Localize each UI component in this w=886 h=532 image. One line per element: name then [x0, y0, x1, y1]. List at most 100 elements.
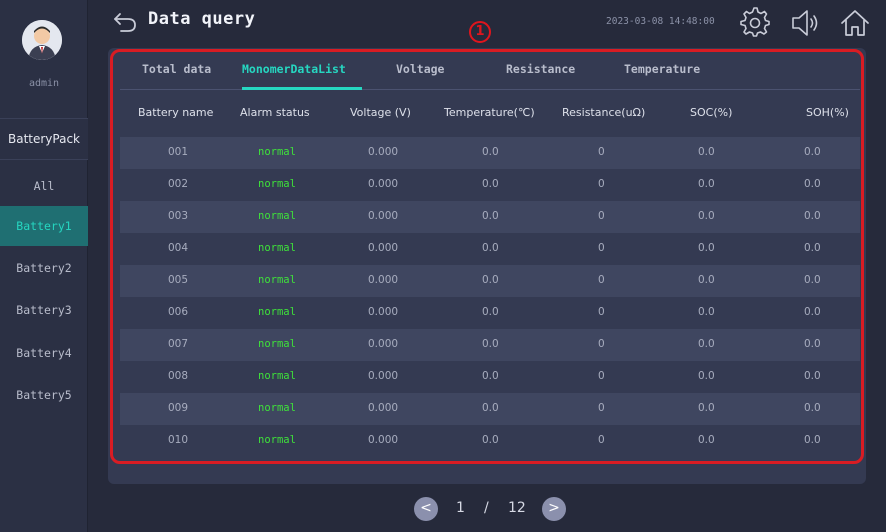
prev-page-button[interactable]: < [414, 497, 438, 521]
voltage-cell: 0.000 [368, 274, 399, 286]
column-header: Alarm status [240, 106, 310, 119]
battery-name-cell: 009 [168, 402, 189, 414]
active-tab-indicator [242, 87, 362, 90]
resistance-cell: 0 [598, 402, 605, 414]
alarm-status-cell: normal [258, 178, 296, 190]
table-row[interactable]: 002 normal 0.000 0.0 0 0.0 0.0 [120, 169, 860, 201]
battery-name-cell: 003 [168, 210, 189, 222]
temperature-cell: 0.0 [482, 210, 499, 222]
temperature-cell: 0.0 [482, 178, 499, 190]
tab-temperature[interactable]: Temperature [624, 62, 700, 76]
table-row[interactable]: 001 normal 0.000 0.0 0 0.0 0.0 [120, 137, 860, 169]
table-row[interactable]: 003 normal 0.000 0.0 0 0.0 0.0 [120, 201, 860, 233]
soh-cell: 0.0 [804, 306, 821, 318]
battery-name-cell: 008 [168, 370, 189, 382]
tab-bar: Total data MonomerDataList Voltage Resis… [120, 56, 860, 90]
resistance-cell: 0 [598, 338, 605, 350]
soh-cell: 0.0 [804, 146, 821, 158]
table-row[interactable]: 006 normal 0.000 0.0 0 0.0 0.0 [120, 297, 860, 329]
temperature-cell: 0.0 [482, 274, 499, 286]
alarm-status-cell: normal [258, 210, 296, 222]
temperature-cell: 0.0 [482, 370, 499, 382]
soc-cell: 0.0 [698, 370, 715, 382]
voltage-cell: 0.000 [368, 306, 399, 318]
home-icon[interactable] [838, 6, 872, 40]
tab-total-data[interactable]: Total data [142, 62, 211, 76]
table-row[interactable]: 009 normal 0.000 0.0 0 0.0 0.0 [120, 393, 860, 425]
soc-cell: 0.0 [698, 434, 715, 446]
voltage-cell: 0.000 [368, 178, 399, 190]
column-header: SOC(%) [690, 106, 733, 119]
column-header: Voltage (V) [350, 106, 411, 119]
resistance-cell: 0 [598, 274, 605, 286]
soc-cell: 0.0 [698, 178, 715, 190]
gear-icon[interactable] [738, 6, 772, 40]
voltage-cell: 0.000 [368, 370, 399, 382]
battery-name-cell: 007 [168, 338, 189, 350]
alarm-status-cell: normal [258, 402, 296, 414]
table-header: Battery name Alarm status Voltage (V) Te… [120, 98, 860, 132]
avatar[interactable] [22, 20, 62, 60]
page-separator: / [484, 500, 489, 516]
soh-cell: 0.0 [804, 274, 821, 286]
next-page-button[interactable]: > [542, 497, 566, 521]
alarm-status-cell: normal [258, 242, 296, 254]
tab-voltage[interactable]: Voltage [396, 62, 444, 76]
sidebar: admin BatteryPack All Battery1 Battery2 … [0, 0, 88, 532]
soh-cell: 0.0 [804, 434, 821, 446]
voltage-cell: 0.000 [368, 146, 399, 158]
user-name: admin [28, 78, 60, 89]
table-row[interactable]: 010 normal 0.000 0.0 0 0.0 0.0 [120, 425, 860, 457]
table-row[interactable]: 008 normal 0.000 0.0 0 0.0 0.0 [120, 361, 860, 393]
soh-cell: 0.0 [804, 370, 821, 382]
temperature-cell: 0.0 [482, 242, 499, 254]
battery-name-cell: 005 [168, 274, 189, 286]
column-header: Battery name [138, 106, 214, 119]
current-page: 1 [456, 500, 465, 516]
column-header: Resistance(uΩ) [562, 106, 646, 119]
voltage-cell: 0.000 [368, 210, 399, 222]
table-row[interactable]: 005 normal 0.000 0.0 0 0.0 0.0 [120, 265, 860, 297]
temperature-cell: 0.0 [482, 306, 499, 318]
sidebar-item-battery3[interactable]: Battery3 [0, 290, 88, 330]
voltage-cell: 0.000 [368, 338, 399, 350]
soc-cell: 0.0 [698, 242, 715, 254]
sidebar-item-battery4[interactable]: Battery4 [0, 333, 88, 373]
column-header: Temperature(℃) [444, 106, 535, 119]
soc-cell: 0.0 [698, 306, 715, 318]
sidebar-item-battery2[interactable]: Battery2 [0, 248, 88, 288]
temperature-cell: 0.0 [482, 146, 499, 158]
soh-cell: 0.0 [804, 338, 821, 350]
sidebar-item-all[interactable]: All [0, 166, 88, 206]
datetime: 2023-03-08 14:48:00 [606, 16, 715, 27]
soc-cell: 0.0 [698, 274, 715, 286]
sidebar-item-battery5[interactable]: Battery5 [0, 375, 88, 415]
alarm-status-cell: normal [258, 338, 296, 350]
resistance-cell: 0 [598, 370, 605, 382]
table-row[interactable]: 004 normal 0.000 0.0 0 0.0 0.0 [120, 233, 860, 265]
soc-cell: 0.0 [698, 402, 715, 414]
page-title: Data query [148, 9, 256, 29]
battery-pack-label[interactable]: BatteryPack [0, 118, 88, 160]
voltage-cell: 0.000 [368, 434, 399, 446]
resistance-cell: 0 [598, 306, 605, 318]
battery-name-cell: 010 [168, 434, 189, 446]
temperature-cell: 0.0 [482, 402, 499, 414]
battery-name-cell: 001 [168, 146, 189, 158]
resistance-cell: 0 [598, 178, 605, 190]
tab-monomer-data-list[interactable]: MonomerDataList [242, 62, 346, 76]
back-arrow-icon[interactable] [112, 10, 138, 34]
alarm-status-cell: normal [258, 146, 296, 158]
soc-cell: 0.0 [698, 338, 715, 350]
resistance-cell: 0 [598, 434, 605, 446]
soh-cell: 0.0 [804, 210, 821, 222]
sidebar-item-battery1[interactable]: Battery1 [0, 206, 88, 246]
speaker-icon[interactable] [788, 6, 822, 40]
column-header: SOH(%) [806, 106, 849, 119]
soc-cell: 0.0 [698, 210, 715, 222]
alarm-status-cell: normal [258, 274, 296, 286]
voltage-cell: 0.000 [368, 242, 399, 254]
tab-resistance[interactable]: Resistance [506, 62, 575, 76]
pagination: < 1 / 12 > [410, 495, 570, 525]
table-row[interactable]: 007 normal 0.000 0.0 0 0.0 0.0 [120, 329, 860, 361]
